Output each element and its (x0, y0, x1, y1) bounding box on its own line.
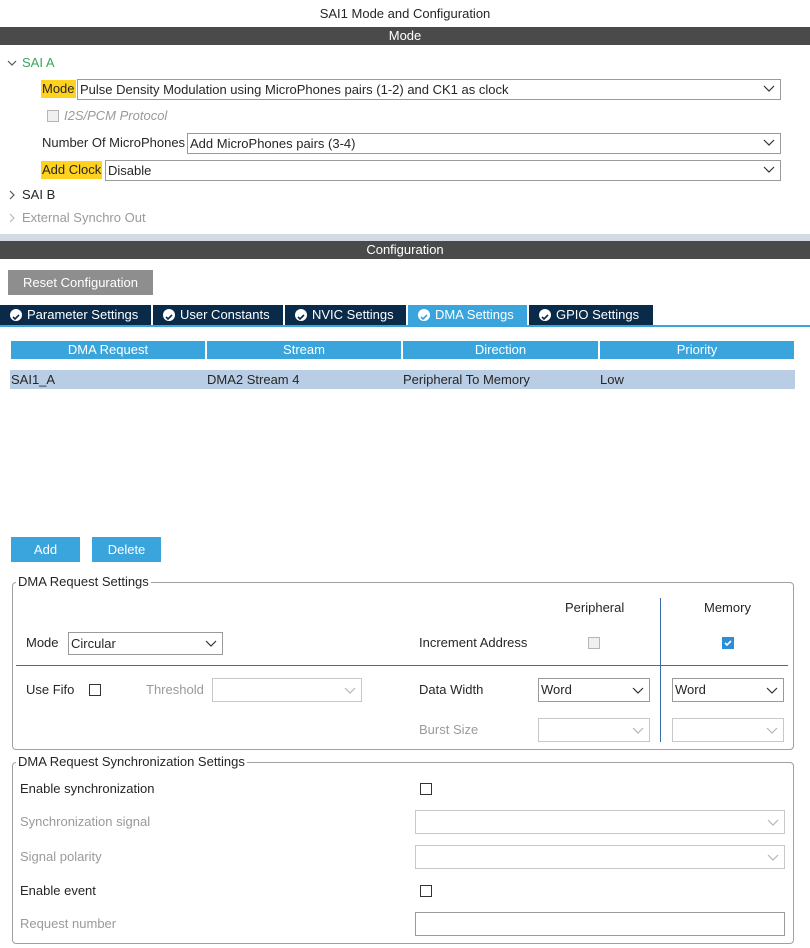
threshold-label: Threshold (146, 682, 204, 697)
memory-data-width-value: Word (675, 682, 706, 697)
table-cell: Peripheral To Memory (402, 370, 599, 389)
enable-event-label: Enable event (20, 883, 96, 898)
tab-parameter-settings[interactable]: Parameter Settings (0, 305, 151, 325)
chevron-right-icon (9, 190, 15, 200)
add-clock-select[interactable]: Disable (105, 160, 781, 181)
i2s-pcm-label: I2S/PCM Protocol (64, 108, 168, 123)
chevron-down-icon (767, 819, 779, 826)
use-fifo-checkbox[interactable] (89, 684, 101, 696)
memory-burst-size-select[interactable] (672, 718, 784, 742)
chevron-down-icon (766, 727, 778, 734)
num-mic-label: Number Of MicroPhones (42, 135, 186, 150)
tab-label: User Constants (180, 307, 270, 322)
column-header-priority[interactable]: Priority (600, 341, 794, 359)
signal-polarity-select[interactable] (415, 845, 785, 869)
dma-mode-select[interactable]: Circular (68, 632, 223, 655)
check-circle-icon (418, 309, 430, 321)
enable-sync-checkbox[interactable] (420, 783, 432, 795)
burst-size-label: Burst Size (419, 722, 479, 737)
mode-header: Mode (0, 27, 810, 45)
dma-mode-select-value: Circular (71, 636, 116, 651)
checkmark-icon (724, 640, 732, 647)
chevron-down-icon (205, 640, 217, 647)
tab-gpio-settings[interactable]: GPIO Settings (529, 305, 653, 325)
peripheral-header: Peripheral (565, 600, 625, 615)
tab-dma-settings[interactable]: DMA Settings (408, 305, 527, 325)
chevron-right-icon (9, 213, 15, 223)
i2s-pcm-checkbox[interactable] (47, 110, 59, 122)
table-cell: Low (599, 370, 795, 389)
chevron-down-icon (763, 139, 775, 146)
peripheral-data-width-select[interactable]: Word (538, 678, 650, 702)
sai-a-label: SAI A (22, 55, 55, 70)
add-clock-select-value: Disable (108, 163, 152, 178)
chevron-down-icon (767, 854, 779, 861)
memory-header: Memory (704, 600, 751, 615)
num-mic-select[interactable]: Add MicroPhones pairs (3-4) (187, 133, 781, 154)
mode-select[interactable]: Pulse Density Modulation using MicroPhon… (77, 79, 781, 100)
sync-signal-select[interactable] (415, 810, 785, 834)
use-fifo-label: Use Fifo (26, 682, 75, 697)
chevron-down-icon (344, 687, 356, 694)
tab-label: Parameter Settings (27, 307, 139, 322)
request-number-label: Request number (20, 916, 117, 931)
column-header-direction[interactable]: Direction (403, 341, 598, 359)
chevron-down-icon (763, 85, 775, 92)
memory-data-width-select[interactable]: Word (672, 678, 784, 702)
num-mic-select-value: Add MicroPhones pairs (3-4) (190, 136, 356, 151)
sync-settings-title: DMA Request Synchronization Settings (16, 754, 247, 769)
peripheral-increment-checkbox[interactable] (588, 637, 600, 649)
sai-b-label: SAI B (22, 187, 56, 202)
dma-mode-label: Mode (26, 635, 59, 650)
tab-label: DMA Settings (435, 307, 514, 322)
data-width-label: Data Width (419, 682, 484, 697)
chevron-down-icon (632, 727, 644, 734)
mode-label: Mode (41, 80, 76, 98)
check-circle-icon (295, 309, 307, 321)
check-circle-icon (539, 309, 551, 321)
reset-configuration-button[interactable]: Reset Configuration (8, 270, 153, 295)
chevron-down-icon (632, 687, 644, 694)
external-synchro-out-label: External Synchro Out (22, 210, 146, 225)
tab-underline (0, 325, 810, 327)
tree-item-sai-a[interactable]: SAI A (6, 53, 55, 73)
tab-nvic-settings[interactable]: NVIC Settings (285, 305, 406, 325)
tab-label: NVIC Settings (312, 307, 394, 322)
check-circle-icon (163, 309, 175, 321)
column-divider (660, 598, 661, 742)
increment-address-label: Increment Address (419, 635, 528, 650)
enable-event-checkbox[interactable] (420, 885, 432, 897)
add-clock-label: Add Clock (41, 161, 103, 179)
window-title: SAI1 Mode and Configuration (319, 6, 491, 21)
column-header-dma-request[interactable]: DMA Request (11, 341, 205, 359)
sync-signal-label: Synchronization signal (20, 814, 151, 829)
chevron-down-icon (766, 687, 778, 694)
chevron-down-icon (7, 60, 17, 66)
dma-request-settings-title: DMA Request Settings (16, 574, 151, 589)
config-tabs: Parameter Settings User Constants NVIC S… (0, 305, 810, 327)
threshold-select[interactable] (212, 678, 362, 702)
table-cell: DMA2 Stream 4 (206, 370, 402, 389)
request-number-input[interactable] (415, 912, 785, 936)
configuration-header: Configuration (0, 241, 810, 259)
chevron-down-icon (763, 166, 775, 173)
memory-increment-checkbox[interactable] (722, 637, 734, 649)
enable-sync-label: Enable synchronization (20, 781, 155, 796)
table-cell: SAI1_A (10, 370, 206, 389)
signal-polarity-label: Signal polarity (20, 849, 102, 864)
delete-button[interactable]: Delete (92, 537, 161, 562)
tree-item-external-synchro-out[interactable]: External Synchro Out (6, 208, 146, 228)
tree-item-sai-b[interactable]: SAI B (6, 185, 55, 205)
mode-select-value: Pulse Density Modulation using MicroPhon… (80, 82, 509, 97)
tab-user-constants[interactable]: User Constants (153, 305, 283, 325)
section-splitter[interactable] (0, 234, 810, 241)
row-divider (16, 665, 788, 666)
peripheral-burst-size-select[interactable] (538, 718, 650, 742)
column-header-stream[interactable]: Stream (207, 341, 401, 359)
add-button[interactable]: Add (11, 537, 80, 562)
tab-label: GPIO Settings (556, 307, 640, 322)
peripheral-data-width-value: Word (541, 682, 572, 697)
check-circle-icon (10, 309, 22, 321)
